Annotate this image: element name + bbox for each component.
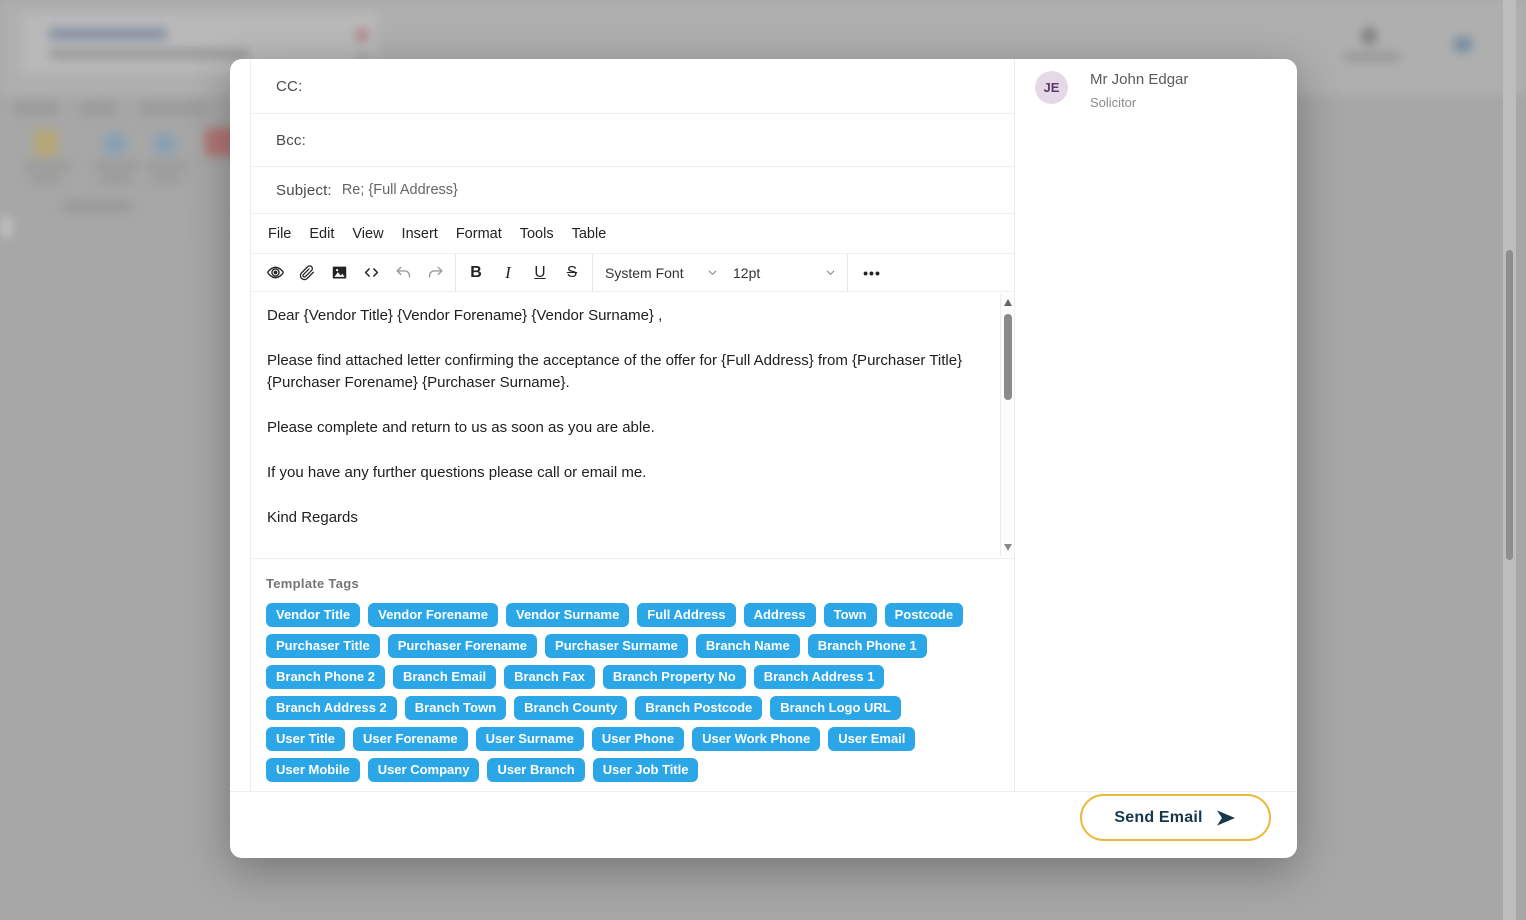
bcc-input[interactable] [315, 132, 1014, 148]
template-tag-branch-name[interactable]: Branch Name [695, 634, 800, 658]
page-scrollbar-thumb [1506, 250, 1513, 560]
menu-insert[interactable]: Insert [393, 220, 447, 248]
send-email-label: Send Email [1114, 808, 1203, 826]
sender-role: Solicitor [1090, 95, 1137, 110]
editor-scrollbar[interactable] [1000, 294, 1014, 556]
template-tag-town[interactable]: Town [823, 603, 877, 627]
template-tag-postcode[interactable]: Postcode [884, 603, 964, 627]
template-tag-purchaser-forename[interactable]: Purchaser Forename [387, 634, 538, 658]
template-tag-vendor-forename[interactable]: Vendor Forename [368, 603, 498, 627]
image-icon[interactable] [323, 259, 355, 287]
bold-button[interactable]: B [460, 259, 492, 287]
cc-field-row[interactable]: CC: [251, 59, 1014, 114]
template-tag-address[interactable]: Address [743, 603, 816, 627]
bcc-field-row[interactable]: Bcc: [251, 114, 1014, 167]
template-tag-user-work-phone[interactable]: User Work Phone [692, 727, 821, 751]
template-tag-purchaser-surname[interactable]: Purchaser Surname [545, 634, 688, 658]
attach-icon[interactable] [291, 259, 323, 287]
template-tags-list: Vendor Title Vendor Forename Vendor Surnam… [266, 603, 966, 782]
template-tag-branch-phone-1[interactable]: Branch Phone 1 [807, 634, 927, 658]
menu-edit[interactable]: Edit [300, 220, 343, 248]
preview-icon[interactable] [259, 259, 291, 287]
source-code-icon[interactable] [355, 259, 387, 287]
subject-input[interactable] [341, 182, 1014, 198]
email-body-paragraph: If you have any further questions please… [267, 464, 647, 481]
template-tag-vendor-surname[interactable]: Vendor Surname [505, 603, 630, 627]
cc-input[interactable] [312, 78, 1014, 94]
send-email-modal: CC: Bcc: Subject: FileEditViewInsertForm… [230, 59, 1297, 858]
toolbar-group-insert [255, 254, 455, 291]
template-tag-user-company[interactable]: User Company [367, 758, 480, 782]
compose-panel: CC: Bcc: Subject: FileEditViewInsertForm… [250, 59, 1015, 791]
subject-field-row[interactable]: Subject: [251, 167, 1014, 214]
template-tag-branch-postcode[interactable]: Branch Postcode [635, 696, 763, 720]
font-family-value: System Font [605, 264, 684, 281]
sender-profile: JE Mr John Edgar Solicitor [1035, 71, 1285, 110]
template-tag-branch-logo-url[interactable]: Branch Logo URL [770, 696, 901, 720]
email-body-paragraph: Please find attached letter confirming t… [267, 352, 963, 391]
menu-file[interactable]: File [259, 220, 300, 248]
font-family-select[interactable]: System Font [597, 259, 725, 287]
template-tag-purchaser-title[interactable]: Purchaser Title [266, 634, 380, 658]
menu-view[interactable]: View [343, 220, 392, 248]
editor-scrollbar-thumb[interactable] [1004, 314, 1012, 400]
scroll-up-arrow-icon[interactable] [1004, 299, 1012, 306]
template-tag-vendor-title[interactable]: Vendor Title [266, 603, 361, 627]
template-tags-section: Template Tags Vendor Title Vendor Forenam… [251, 559, 1014, 782]
avatar: JE [1035, 71, 1068, 104]
template-tag-user-title[interactable]: User Title [266, 727, 346, 751]
template-tag-branch-address-2[interactable]: Branch Address 2 [266, 696, 397, 720]
page-scrollbar [1503, 0, 1516, 920]
send-arrow-icon [1215, 809, 1237, 827]
underline-button[interactable]: U [524, 259, 556, 287]
template-tags-title: Template Tags [266, 576, 359, 591]
strikethrough-button[interactable]: S [556, 259, 588, 287]
template-tag-branch-property-no[interactable]: Branch Property No [602, 665, 746, 689]
bcc-label: Bcc: [276, 131, 306, 149]
editor-area: Dear {Vendor Title} {Vendor Forename} {V… [251, 292, 1014, 559]
modal-footer: Send Email [230, 791, 1297, 858]
template-tag-user-email[interactable]: User Email [828, 727, 916, 751]
template-tag-branch-fax[interactable]: Branch Fax [504, 665, 595, 689]
email-body-paragraph: Dear {Vendor Title} {Vendor Forename} {V… [267, 307, 663, 324]
font-size-select[interactable]: 12pt [725, 259, 843, 287]
menu-format[interactable]: Format [447, 220, 511, 248]
editor-toolbar: B I U S System Font 12pt ••• [251, 254, 1014, 292]
template-tag-user-surname[interactable]: User Surname [475, 727, 584, 751]
template-tag-branch-phone-2[interactable]: Branch Phone 2 [266, 665, 385, 689]
template-tag-user-job-title[interactable]: User Job Title [592, 758, 699, 782]
toolbar-group-font: System Font 12pt [593, 254, 847, 291]
chevron-down-icon [826, 270, 835, 275]
template-tag-branch-town[interactable]: Branch Town [404, 696, 507, 720]
menu-table[interactable]: Table [563, 220, 616, 248]
toolbar-group-format: B I U S [456, 254, 592, 291]
template-tag-branch-address-1[interactable]: Branch Address 1 [753, 665, 885, 689]
sender-name: Mr John Edgar [1090, 71, 1189, 88]
email-body-editor[interactable]: Dear {Vendor Title} {Vendor Forename} {V… [251, 292, 1000, 558]
italic-button[interactable]: I [492, 259, 524, 287]
email-body-paragraph: Kind Regards [267, 509, 358, 526]
chevron-down-icon [708, 270, 717, 275]
scroll-down-arrow-icon[interactable] [1004, 544, 1012, 551]
template-tag-branch-county[interactable]: Branch County [514, 696, 628, 720]
more-toolbar-button[interactable]: ••• [852, 259, 892, 287]
menu-tools[interactable]: Tools [511, 220, 563, 248]
font-size-value: 12pt [733, 264, 761, 281]
redo-icon[interactable] [419, 259, 451, 287]
subject-label: Subject: [276, 181, 332, 199]
cc-label: CC: [276, 77, 303, 95]
template-tag-user-branch[interactable]: User Branch [487, 758, 585, 782]
toolbar-group-more: ••• [848, 254, 896, 291]
editor-menubar: File Edit View Insert Format Tools Table [251, 214, 1014, 254]
template-tag-branch-email[interactable]: Branch Email [392, 665, 497, 689]
template-tag-user-mobile[interactable]: User Mobile [266, 758, 360, 782]
template-tag-full-address[interactable]: Full Address [637, 603, 736, 627]
email-body-paragraph: Please complete and return to us as soon… [267, 419, 655, 436]
template-tag-user-forename[interactable]: User Forename [353, 727, 468, 751]
template-tag-user-phone[interactable]: User Phone [591, 727, 685, 751]
sender-profile-text: Mr John Edgar Solicitor [1090, 71, 1188, 110]
send-email-button[interactable]: Send Email [1080, 794, 1271, 841]
undo-icon[interactable] [387, 259, 419, 287]
